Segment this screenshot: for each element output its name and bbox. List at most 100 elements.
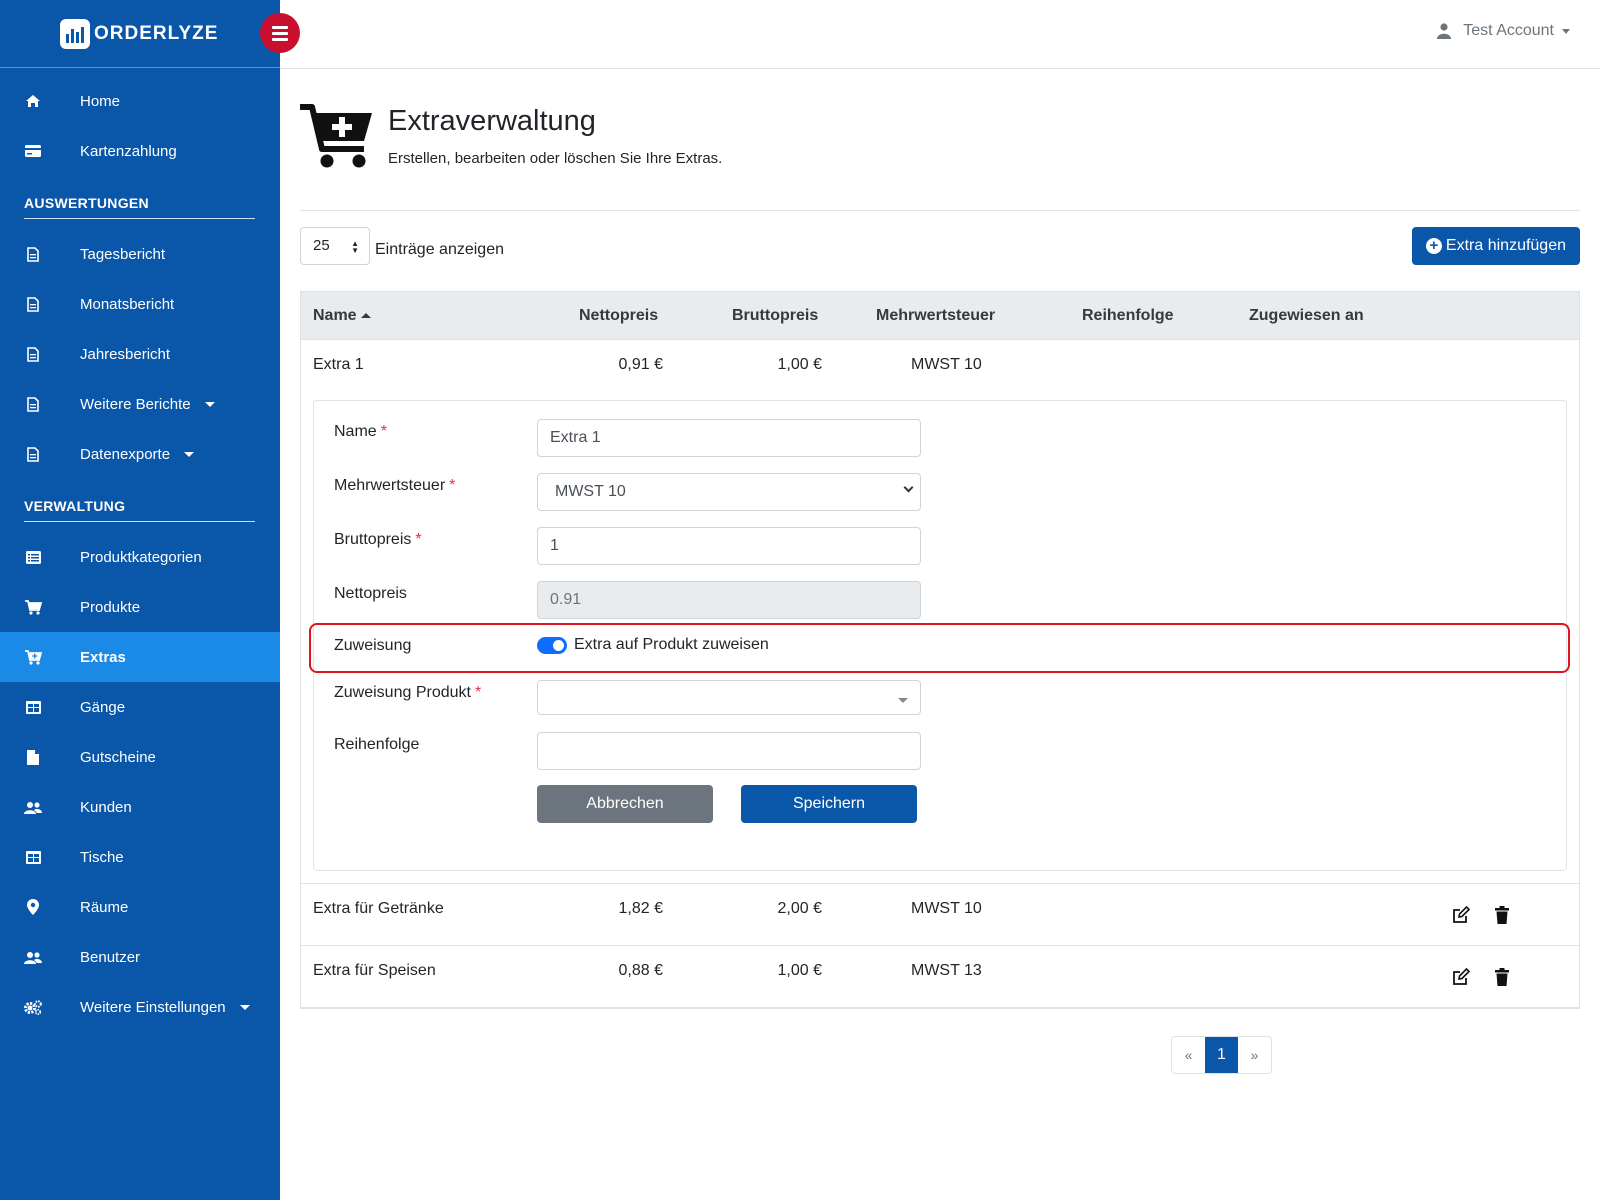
page-title: Extraverwaltung bbox=[388, 105, 596, 137]
sidebar-item-label: Home bbox=[80, 92, 121, 110]
caret-down-icon bbox=[239, 1004, 250, 1010]
sort-arrows-icon: ▲ ▼ bbox=[351, 239, 359, 255]
section-label: VERWALTUNG bbox=[24, 498, 126, 514]
assign-toggle-switch[interactable] bbox=[537, 637, 567, 654]
sidebar-item-datenexporte[interactable]: Datenexporte bbox=[0, 429, 280, 479]
cell-net: 0,91 € bbox=[618, 356, 663, 373]
main-content: Extraverwaltung Erstellen, bearbeiten od… bbox=[300, 69, 1580, 1009]
brand[interactable]: ORDERLYZE bbox=[0, 0, 280, 68]
required-mark: * bbox=[474, 684, 482, 701]
required-mark: * bbox=[415, 531, 422, 548]
chevron-down-icon bbox=[903, 482, 914, 493]
sidebar-item-label: Tische bbox=[80, 848, 124, 866]
col-net-header[interactable]: Nettopreis bbox=[579, 307, 658, 325]
cell-net: 1,82 € bbox=[618, 900, 663, 917]
top-bar: Test Account bbox=[280, 0, 1600, 69]
account-menu[interactable]: Test Account bbox=[1437, 22, 1570, 40]
menu-toggle-button[interactable] bbox=[260, 13, 300, 53]
trash-icon[interactable] bbox=[1494, 968, 1512, 986]
sidebar-item-label: Kartenzahlung bbox=[80, 142, 177, 160]
sidebar-item-label: Benutzer bbox=[80, 948, 141, 966]
trash-icon[interactable] bbox=[1494, 906, 1512, 924]
row-actions bbox=[1452, 905, 1512, 924]
assign-product-select[interactable] bbox=[537, 680, 921, 715]
col-gross-header[interactable]: Bruttopreis bbox=[732, 307, 818, 325]
page-length-select[interactable]: 25 ▲ ▼ bbox=[300, 227, 370, 265]
cell-net: 0,88 € bbox=[618, 962, 663, 979]
extras-table: Name Nettopreis Bruttopreis Mehrwertsteu… bbox=[300, 291, 1580, 1009]
col-name-header[interactable]: Name bbox=[313, 307, 371, 325]
net-label: Nettopreis bbox=[334, 585, 407, 602]
cell-gross: 1,00 € bbox=[777, 962, 822, 979]
brand-logo-icon bbox=[60, 18, 90, 49]
account-name: Test Account bbox=[1463, 22, 1554, 39]
col-assigned-header[interactable]: Zugewiesen an bbox=[1249, 307, 1364, 325]
sidebar-item-tagesbericht[interactable]: Tagesbericht bbox=[0, 229, 280, 279]
caret-down-icon bbox=[1562, 28, 1570, 34]
table-row[interactable]: Extra für Speisen 0,88 € 1,00 € MWST 13 bbox=[301, 946, 1579, 1008]
pagination-page-1[interactable]: 1 bbox=[1205, 1037, 1238, 1073]
section-auswertungen: AUSWERTUNGEN bbox=[0, 188, 280, 219]
gross-price-input[interactable]: 1 bbox=[537, 527, 921, 565]
label-text: Bruttopreis bbox=[334, 531, 412, 548]
sidebar-item-extras[interactable]: Extras bbox=[0, 632, 280, 682]
save-button[interactable]: Speichern bbox=[741, 785, 917, 823]
required-mark: * bbox=[449, 477, 456, 494]
page-length-value: 25 bbox=[313, 237, 330, 254]
highlight-box bbox=[309, 623, 1570, 673]
file-icon bbox=[24, 245, 42, 263]
cell-tax: MWST 10 bbox=[911, 900, 982, 917]
sidebar-item-produktkategorien[interactable]: Produktkategorien bbox=[0, 532, 280, 582]
users-icon bbox=[24, 798, 42, 816]
sidebar-item-weitere-einstellungen[interactable]: Weitere Einstellungen bbox=[0, 982, 280, 1032]
table-row[interactable]: Extra 1 0,91 € 1,00 € MWST 10 bbox=[301, 340, 1579, 390]
name-input[interactable]: Extra 1 bbox=[537, 419, 921, 457]
sidebar-item-gutscheine[interactable]: Gutscheine bbox=[0, 732, 280, 782]
table-icon bbox=[24, 698, 42, 716]
sidebar-item-monatsbericht[interactable]: Monatsbericht bbox=[0, 279, 280, 329]
col-name-label: Name bbox=[313, 307, 357, 324]
edit-extra-form: Name * Extra 1 Mehrwertsteuer * MWST 10 Br… bbox=[309, 400, 1570, 871]
file-icon bbox=[24, 395, 42, 413]
cell-gross: 2,00 € bbox=[777, 900, 822, 917]
sidebar-item-label: Tagesbericht bbox=[80, 245, 166, 263]
table-icon bbox=[24, 848, 42, 866]
label-text: Name bbox=[334, 423, 377, 440]
edit-icon[interactable] bbox=[1452, 905, 1471, 924]
assign-toggle-label[interactable]: Extra auf Produkt zuweisen bbox=[574, 636, 769, 654]
sidebar-item-label: Produktkategorien bbox=[80, 548, 202, 566]
user-icon bbox=[1437, 23, 1452, 39]
toggle-knob bbox=[553, 640, 564, 651]
tax-select-value: MWST 10 bbox=[555, 483, 626, 500]
sidebar-item-tische[interactable]: Tische bbox=[0, 832, 280, 882]
home-icon bbox=[24, 92, 42, 110]
sidebar-item-kunden[interactable]: Kunden bbox=[0, 782, 280, 832]
table-row[interactable]: Extra für Getränke 1,82 € 2,00 € MWST 10 bbox=[301, 884, 1579, 946]
edit-icon[interactable] bbox=[1452, 967, 1471, 986]
pagination-prev[interactable]: « bbox=[1172, 1037, 1205, 1073]
col-tax-header[interactable]: Mehrwertsteuer bbox=[876, 307, 995, 325]
sidebar-item-kartenzahlung[interactable]: Kartenzahlung bbox=[0, 126, 280, 176]
sidebar-item-label: Jahresbericht bbox=[80, 345, 171, 363]
sidebar-item-raeume[interactable]: Räume bbox=[0, 882, 280, 932]
add-extra-label: Extra hinzufügen bbox=[1445, 237, 1566, 254]
sidebar-item-label: Monatsbericht bbox=[80, 295, 175, 313]
sidebar-item-produkte[interactable]: Produkte bbox=[0, 582, 280, 632]
pagination-next[interactable]: » bbox=[1238, 1037, 1271, 1073]
order-input[interactable] bbox=[537, 732, 921, 770]
cancel-button[interactable]: Abbrechen bbox=[537, 785, 713, 823]
sidebar-item-gaenge[interactable]: Gänge bbox=[0, 682, 280, 732]
cell-tax: MWST 10 bbox=[911, 356, 982, 373]
sidebar-item-jahresbericht[interactable]: Jahresbericht bbox=[0, 329, 280, 379]
required-mark: * bbox=[380, 423, 387, 440]
plus-circle-icon: + bbox=[1425, 238, 1442, 254]
col-order-header[interactable]: Reihenfolge bbox=[1082, 307, 1174, 325]
sidebar-item-home[interactable]: Home bbox=[0, 76, 280, 126]
sidebar-item-weitere-berichte[interactable]: Weitere Berichte bbox=[0, 379, 280, 429]
sidebar-item-label: Gänge bbox=[80, 698, 126, 716]
brand-logo: ORDERLYZE bbox=[60, 18, 218, 49]
add-extra-button[interactable]: + Extra hinzufügen bbox=[1411, 227, 1580, 265]
sidebar-item-label: Kunden bbox=[80, 798, 132, 816]
tax-select[interactable]: MWST 10 bbox=[537, 473, 921, 511]
sidebar-item-benutzer[interactable]: Benutzer bbox=[0, 932, 280, 982]
